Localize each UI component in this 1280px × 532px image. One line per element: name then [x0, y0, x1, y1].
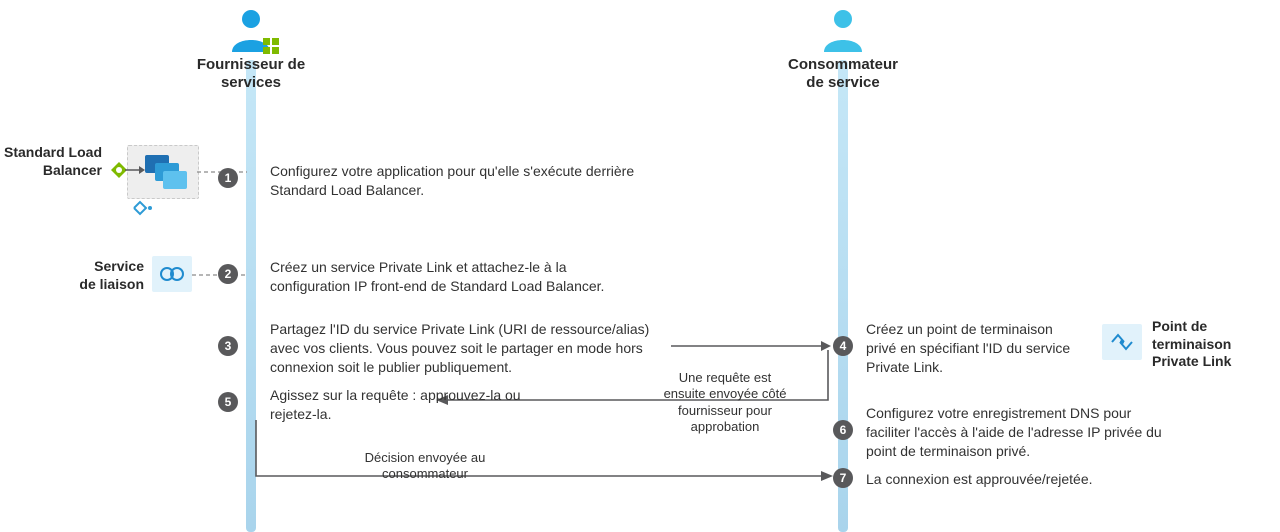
actor-consumer: Consommateur de service — [773, 8, 913, 92]
step-1-circle: 1 — [218, 168, 238, 188]
actor-consumer-label: Consommateur de service — [773, 56, 913, 92]
servers-grid-icon — [263, 38, 281, 56]
private-endpoint-icon — [1108, 331, 1136, 353]
actor-provider: Fournisseur de services — [185, 8, 317, 92]
step-4-text: Créez un point de terminaison privé en s… — [866, 320, 1086, 377]
private-link-service-mini-icon — [132, 200, 156, 216]
step-6-circle: 6 — [833, 420, 853, 440]
actor-provider-label: Fournisseur de services — [185, 56, 317, 92]
step-7-circle: 7 — [833, 468, 853, 488]
consumer-person-icon — [820, 8, 866, 52]
step-5-text: Agissez sur la requête : approuvez-la ou… — [270, 386, 530, 424]
label-private-endpoint: Point de terminaison Private Link — [1152, 318, 1262, 371]
vm-group-icon — [145, 155, 187, 189]
arrow-into-rg — [125, 165, 145, 175]
lifeline-consumer — [838, 60, 848, 532]
label-standard-load-balancer: Standard Load Balancer — [0, 144, 102, 179]
private-link-workflow-diagram: Fournisseur de services Consommateur de … — [0, 0, 1280, 532]
step-2-text: Créez un service Private Link et attache… — [270, 258, 630, 296]
arrow-label-decision: Décision envoyée au consommateur — [340, 450, 510, 483]
label-link-service: Service de liaison — [56, 258, 144, 293]
step-7-text: La connexion est approuvée/rejetée. — [866, 470, 1196, 489]
step-5-circle: 5 — [218, 392, 238, 412]
step-2-circle: 2 — [218, 264, 238, 284]
step-6-text: Configurez votre enregistrement DNS pour… — [866, 404, 1176, 461]
tile-private-link-service — [152, 256, 192, 292]
private-link-service-icon — [158, 262, 186, 286]
lifeline-provider — [246, 60, 256, 532]
step-3-circle: 3 — [218, 336, 238, 356]
step-1-text: Configurez votre application pour qu'ell… — [270, 162, 690, 200]
tile-private-endpoint — [1102, 324, 1142, 360]
